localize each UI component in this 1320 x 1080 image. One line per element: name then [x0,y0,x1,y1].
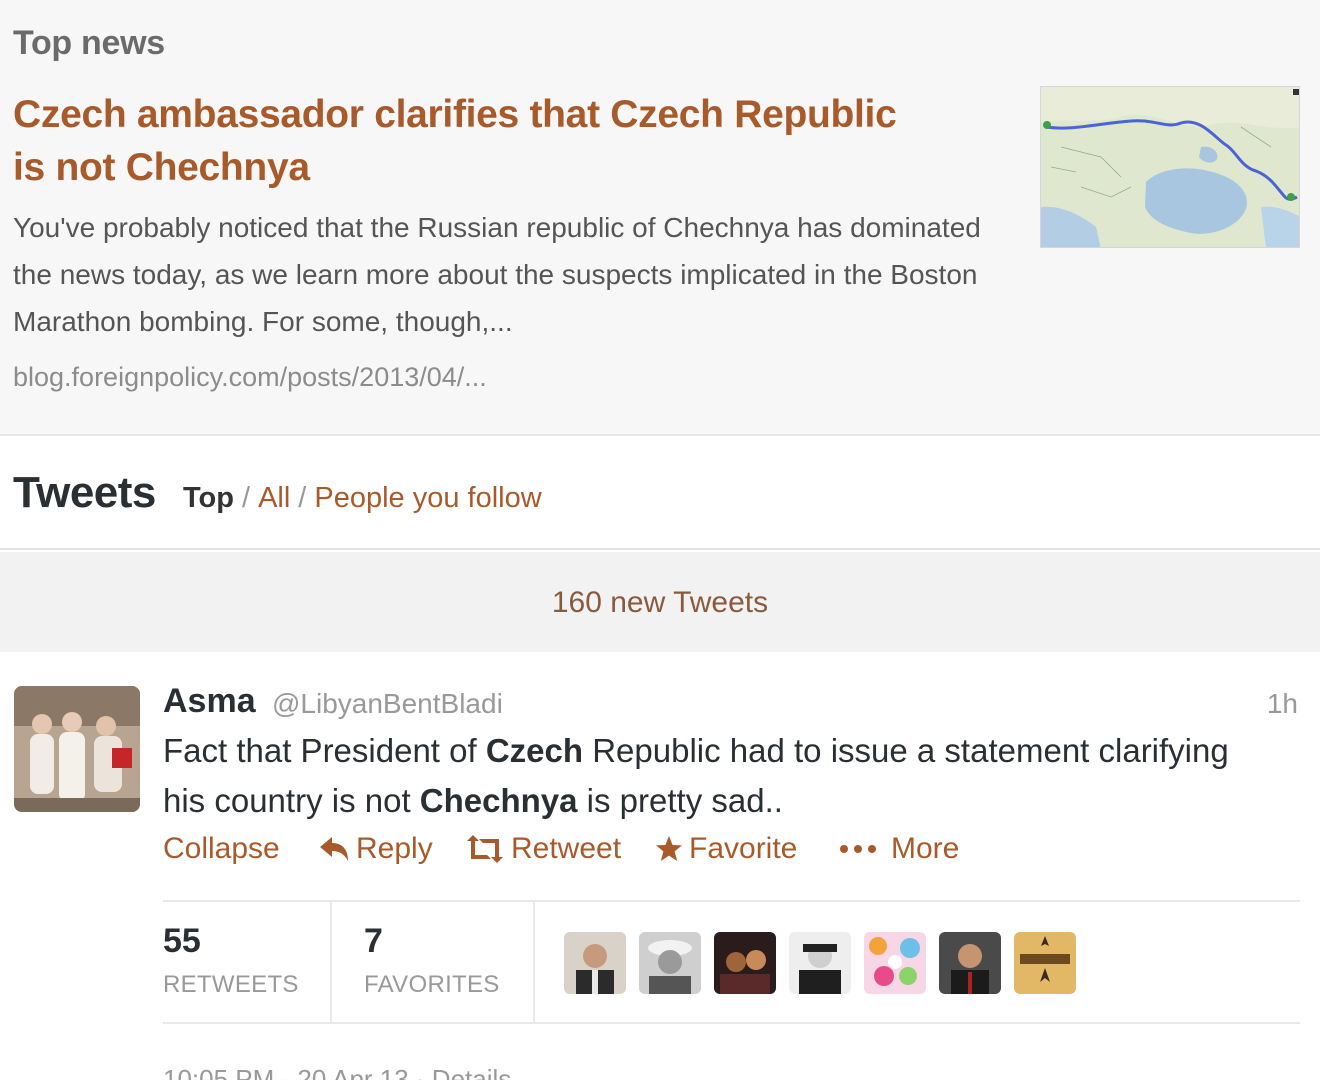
tweet-author-handle[interactable]: @LibyanBentBladi [272,688,503,720]
stats-vertical-divider [533,902,535,1022]
retweets-label: RETWEETS [163,971,299,998]
filter-people-you-follow[interactable]: People you follow [314,482,541,514]
tweets-title: Tweets [13,468,156,517]
tweet-text: Fact that President of Czech Republic ha… [163,726,1243,826]
tweet-text-part: is pretty sad.. [577,782,783,819]
map-thumbnail-graphic [1041,87,1299,247]
reply-icon [318,835,350,863]
favorite-star-icon [655,835,683,863]
more-button[interactable]: More [839,832,959,866]
tweets-filter-bar: Top / All / People you follow [183,482,542,515]
retweet-icon [465,835,505,863]
top-news-map-thumbnail[interactable] [1040,86,1300,248]
top-news-headline-link[interactable]: Czech ambassador clarifies that Czech Re… [13,88,913,194]
favoriter-avatar[interactable] [789,932,851,994]
retweet-label: Retweet [511,832,622,865]
tweet-timestamp[interactable]: 1h [1267,688,1298,720]
filter-all[interactable]: All [258,482,290,514]
favoriter-avatar[interactable] [939,932,1001,994]
collapse-button[interactable]: Collapse [163,832,280,866]
favorites-label: FAVORITES [364,971,500,998]
top-news-summary: You've probably noticed that the Russian… [13,212,981,337]
top-news-heading: Top news [13,24,165,62]
filter-top[interactable]: Top [183,482,234,514]
favoriter-avatar[interactable] [714,932,776,994]
retweet-button[interactable]: Retweet [465,832,621,866]
stats-divider [163,1022,1300,1024]
top-news-panel: Top news Czech ambassador clarifies that… [0,0,1320,436]
tweet-author-name[interactable]: Asma [163,682,256,721]
favorite-label: Favorite [689,832,798,865]
retweets-stat[interactable]: 55 RETWEETS [163,922,299,999]
new-tweets-label: 160 new Tweets [551,586,769,619]
favoriter-avatar[interactable] [564,932,626,994]
favoriter-avatar[interactable] [1014,932,1076,994]
avatar[interactable] [14,686,140,812]
favoriter-avatar[interactable] [864,932,926,994]
tweet-item[interactable]: Asma @LibyanBentBladi 1h Fact that Presi… [0,652,1320,1080]
tweets-header: Tweets Top / All / People you follow [0,438,1320,550]
reply-label: Reply [356,832,433,865]
tweet-footer-timestamp[interactable]: 10:05 PM - 20 Apr 13 · Details [163,1064,511,1080]
retweets-count: 55 [163,922,201,960]
reply-button[interactable]: Reply [318,832,433,866]
filter-separator: / [242,482,251,514]
collapse-label: Collapse [163,832,280,865]
avatar-photo [14,686,140,812]
stats-vertical-divider [330,902,332,1022]
new-tweets-bar[interactable]: 160 new Tweets [0,552,1320,652]
favorite-button[interactable]: Favorite [655,832,797,866]
more-label: More [891,832,960,865]
favorites-stat[interactable]: 7 FAVORITES [364,922,500,999]
filter-separator: / [298,482,307,514]
tweet-text-keyword: Chechnya [419,782,578,819]
stats-divider [163,900,1300,902]
tweet-text-keyword: Czech [485,732,584,769]
favorites-count: 7 [364,922,383,960]
top-news-source-link[interactable]: blog.foreignpolicy.com/posts/2013/04/... [13,362,487,393]
tweet-text-part: Fact that President of [163,732,486,769]
favoriter-avatar[interactable] [639,932,701,994]
more-dots-icon [839,842,877,856]
